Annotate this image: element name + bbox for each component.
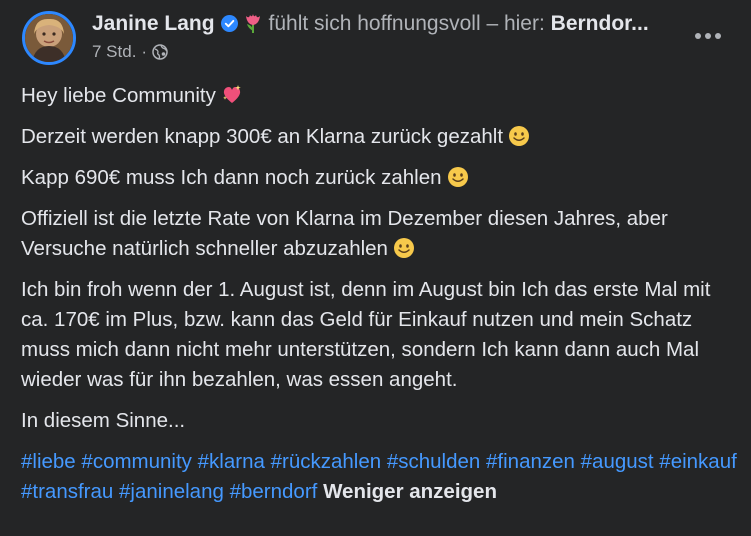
post-timestamp[interactable]: 7 Std. [92, 41, 136, 63]
paragraph-text: Offiziell ist die letzte Rate von Klarna… [21, 207, 668, 260]
hashtag-link[interactable]: #rückzahlen [271, 450, 382, 473]
hashtag-link[interactable]: #schulden [387, 450, 480, 473]
tulip-icon [243, 12, 263, 34]
show-less-button[interactable]: Weniger anzeigen [323, 480, 497, 503]
more-options-icon[interactable] [690, 18, 726, 54]
paragraph-text: Ich bin froh wenn der 1. August ist, den… [21, 278, 711, 391]
post-title-line: Janine Lang fühlt sich hoffnungsvoll – hi… [92, 10, 692, 38]
globe-icon[interactable] [152, 44, 168, 60]
hashtag-link[interactable]: #berndorf [230, 480, 318, 503]
hashtag-link[interactable]: #finanzen [486, 450, 575, 473]
author-avatar[interactable] [22, 11, 76, 65]
post-paragraph: Ich bin froh wenn der 1. August ist, den… [21, 275, 741, 395]
hashtag-link[interactable]: #transfrau [21, 480, 113, 503]
author-name[interactable]: Janine Lang [92, 12, 215, 35]
meta-separator: · [141, 42, 148, 61]
post-header: Janine Lang fühlt sich hoffnungsvoll – hi… [0, 0, 751, 80]
verified-badge-icon [220, 12, 238, 32]
feeling-text: fühlt sich hoffnungsvoll – hier: [268, 12, 545, 35]
hashtag-link[interactable]: #august [581, 450, 654, 473]
post-paragraph: In diesem Sinne... [21, 406, 741, 436]
post-paragraph: Kapp 690€ muss Ich dann noch zurück zahl… [21, 163, 741, 193]
smiling-face-emoji [393, 237, 415, 259]
post-paragraph: Hey liebe Community [21, 81, 741, 111]
location-link[interactable]: Berndor... [551, 12, 649, 35]
smiling-face-emoji [447, 166, 469, 188]
paragraph-text: Derzeit werden knapp 300€ an Klarna zurü… [21, 125, 504, 148]
paragraph-text: Hey liebe Community [21, 84, 216, 107]
hashtag-link[interactable]: #liebe [21, 450, 76, 473]
paragraph-text: In diesem Sinne... [21, 409, 186, 432]
post-paragraph: Offiziell ist die letzte Rate von Klarna… [21, 204, 741, 264]
hashtag-paragraph: #liebe #community #klarna #rückzahlen #s… [21, 447, 741, 507]
paragraph-text: Kapp 690€ muss Ich dann noch zurück zahl… [21, 166, 442, 189]
hashtag-link[interactable]: #community [81, 450, 192, 473]
hashtag-link[interactable]: #klarna [198, 450, 265, 473]
post-body: Hey liebe Community Derzeit werden knapp… [21, 81, 741, 518]
smiling-face-emoji [508, 125, 530, 147]
post-paragraph: Derzeit werden knapp 300€ an Klarna zurü… [21, 122, 741, 152]
sparkling-heart-emoji [221, 84, 243, 106]
hashtag-link[interactable]: #janinelang [119, 480, 224, 503]
post-meta: 7 Std. · [92, 41, 168, 63]
hashtag-link[interactable]: #einkauf [659, 450, 737, 473]
